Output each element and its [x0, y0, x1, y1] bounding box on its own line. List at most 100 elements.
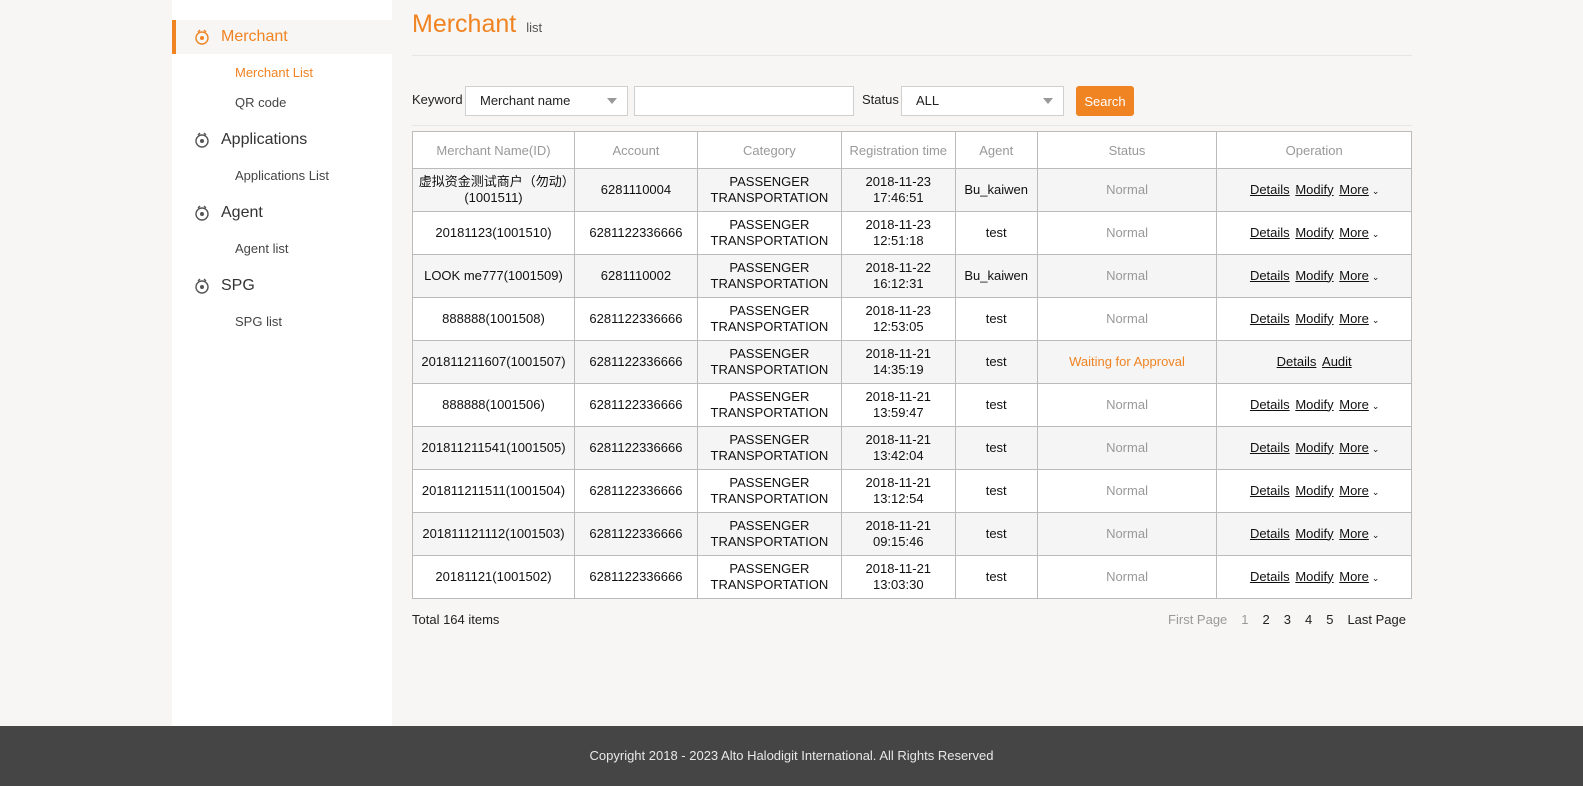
- cell-status: Normal: [1036, 383, 1218, 427]
- cell-agent: test: [954, 297, 1038, 341]
- keyword-input[interactable]: [634, 86, 854, 116]
- more-link[interactable]: More: [1339, 225, 1369, 240]
- cell-registration-time: 2018-11-21 13:03:30: [840, 555, 956, 599]
- modify-link[interactable]: Modify: [1295, 397, 1333, 412]
- cell-account: 6281122336666: [573, 297, 698, 341]
- details-link[interactable]: Details: [1250, 268, 1290, 283]
- cell-category: PASSENGER TRANSPORTATION: [696, 426, 842, 470]
- nav-head-spg[interactable]: SPG: [172, 269, 392, 303]
- cell-operation: Details Modify More ⌄: [1216, 254, 1412, 298]
- more-link[interactable]: More: [1339, 440, 1369, 455]
- sidebar-item-merchant-list[interactable]: Merchant List: [172, 58, 392, 88]
- details-link[interactable]: Details: [1250, 440, 1290, 455]
- cell-merchant-name: 虚拟资金测试商户（勿动）(1001511): [412, 168, 575, 212]
- merchant-table: Merchant Name(ID) Account Category Regis…: [412, 131, 1412, 599]
- cell-status: Normal: [1036, 211, 1218, 255]
- modify-link[interactable]: Modify: [1295, 268, 1333, 283]
- details-link[interactable]: Details: [1250, 526, 1290, 541]
- cell-agent: test: [954, 512, 1038, 556]
- cell-account: 6281122336666: [573, 469, 698, 513]
- cell-category: PASSENGER TRANSPORTATION: [696, 297, 842, 341]
- cell-merchant-name: 201811211607(1001507): [412, 340, 575, 384]
- chevron-down-icon: [1043, 98, 1053, 104]
- last-page-link[interactable]: Last Page: [1347, 612, 1406, 627]
- keyword-type-select[interactable]: Merchant name: [465, 86, 628, 116]
- sidebar-item-applications-list[interactable]: Applications List: [172, 161, 392, 191]
- chevron-down-icon: ⌄: [1371, 185, 1380, 196]
- table-header-row: Merchant Name(ID) Account Category Regis…: [412, 131, 1412, 169]
- sidebar-item-spg-list[interactable]: SPG list: [172, 307, 392, 337]
- column-header-account: Account: [573, 131, 698, 169]
- page-link[interactable]: 4: [1305, 612, 1312, 627]
- first-page-link[interactable]: First Page: [1168, 612, 1227, 627]
- more-link[interactable]: More: [1339, 182, 1369, 197]
- chevron-down-icon: ⌄: [1371, 486, 1380, 497]
- cell-status: Normal: [1036, 512, 1218, 556]
- cell-merchant-name: 201811211511(1001504): [412, 469, 575, 513]
- cell-agent: test: [954, 211, 1038, 255]
- column-header-operation: Operation: [1216, 131, 1412, 169]
- page-link[interactable]: 3: [1284, 612, 1291, 627]
- chevron-down-icon: ⌄: [1371, 228, 1380, 239]
- modify-link[interactable]: Modify: [1295, 311, 1333, 326]
- sidebar-item-qr-code[interactable]: QR code: [172, 88, 392, 118]
- table-row: 201811211511(1001504) 6281122336666 PASSEN…: [412, 469, 1412, 513]
- cell-operation: Details Modify More ⌄: [1216, 383, 1412, 427]
- chevron-down-icon: [607, 98, 617, 104]
- page-header: Merchant list: [412, 10, 542, 39]
- more-link[interactable]: More: [1339, 397, 1369, 412]
- modify-link[interactable]: Modify: [1295, 225, 1333, 240]
- page-link[interactable]: 5: [1326, 612, 1333, 627]
- cell-registration-time: 2018-11-21 13:12:54: [840, 469, 956, 513]
- modify-link[interactable]: Modify: [1295, 440, 1333, 455]
- cell-merchant-name: 201811211541(1001505): [412, 426, 575, 470]
- cell-account: 6281110004: [573, 168, 698, 212]
- nav-head-merchant[interactable]: Merchant: [172, 20, 392, 54]
- chevron-down-icon: ⌄: [1371, 443, 1380, 454]
- modify-link[interactable]: Modify: [1295, 182, 1333, 197]
- cell-agent: Bu_kaiwen: [954, 168, 1038, 212]
- details-link[interactable]: Details: [1250, 182, 1290, 197]
- nav-head-applications[interactable]: Applications: [172, 123, 392, 157]
- nav-head-agent[interactable]: Agent: [172, 196, 392, 230]
- cell-status: Normal: [1036, 168, 1218, 212]
- more-link[interactable]: More: [1339, 268, 1369, 283]
- cell-registration-time: 2018-11-23 17:46:51: [840, 168, 956, 212]
- cell-category: PASSENGER TRANSPORTATION: [696, 555, 842, 599]
- column-header-status: Status: [1036, 131, 1218, 169]
- table-row: 20181121(1001502) 6281122336666 PASSENGER …: [412, 555, 1412, 599]
- site-footer: Copyright 2018 - 2023 Alto Halodigit Int…: [0, 726, 1583, 786]
- cell-registration-time: 2018-11-21 14:35:19: [840, 340, 956, 384]
- column-header-agent: Agent: [954, 131, 1038, 169]
- cell-agent: test: [954, 426, 1038, 470]
- details-link[interactable]: Details: [1277, 354, 1317, 369]
- more-link[interactable]: More: [1339, 311, 1369, 326]
- status-select[interactable]: ALL: [901, 86, 1064, 116]
- cell-merchant-name: 201811121112(1001503): [412, 512, 575, 556]
- sidebar-item-agent-list[interactable]: Agent list: [172, 234, 392, 264]
- details-link[interactable]: Details: [1250, 397, 1290, 412]
- more-link[interactable]: More: [1339, 526, 1369, 541]
- table-row: 201811211607(1001507) 6281122336666 PASSEN…: [412, 340, 1412, 384]
- nav-group-spg: SPG SPG list: [172, 269, 392, 337]
- details-link[interactable]: Details: [1250, 225, 1290, 240]
- search-button[interactable]: Search: [1076, 86, 1134, 116]
- applications-icon: [195, 132, 209, 148]
- modify-link[interactable]: Modify: [1295, 483, 1333, 498]
- modify-link[interactable]: Modify: [1295, 569, 1333, 584]
- cell-operation: Details Modify More ⌄: [1216, 555, 1412, 599]
- more-link[interactable]: More: [1339, 569, 1369, 584]
- details-link[interactable]: Details: [1250, 569, 1290, 584]
- details-link[interactable]: Details: [1250, 483, 1290, 498]
- audit-link[interactable]: Audit: [1322, 354, 1352, 369]
- page-link[interactable]: 2: [1263, 612, 1270, 627]
- modify-link[interactable]: Modify: [1295, 526, 1333, 541]
- column-header-name: Merchant Name(ID): [412, 131, 575, 169]
- more-link[interactable]: More: [1339, 483, 1369, 498]
- cell-status: Normal: [1036, 254, 1218, 298]
- pagination: First Page 1 2 3 4 5 Last Page: [1154, 612, 1406, 627]
- column-header-category: Category: [696, 131, 842, 169]
- page-link[interactable]: 1: [1241, 612, 1248, 627]
- details-link[interactable]: Details: [1250, 311, 1290, 326]
- table-row: 201811211541(1001505) 6281122336666 PASSEN…: [412, 426, 1412, 470]
